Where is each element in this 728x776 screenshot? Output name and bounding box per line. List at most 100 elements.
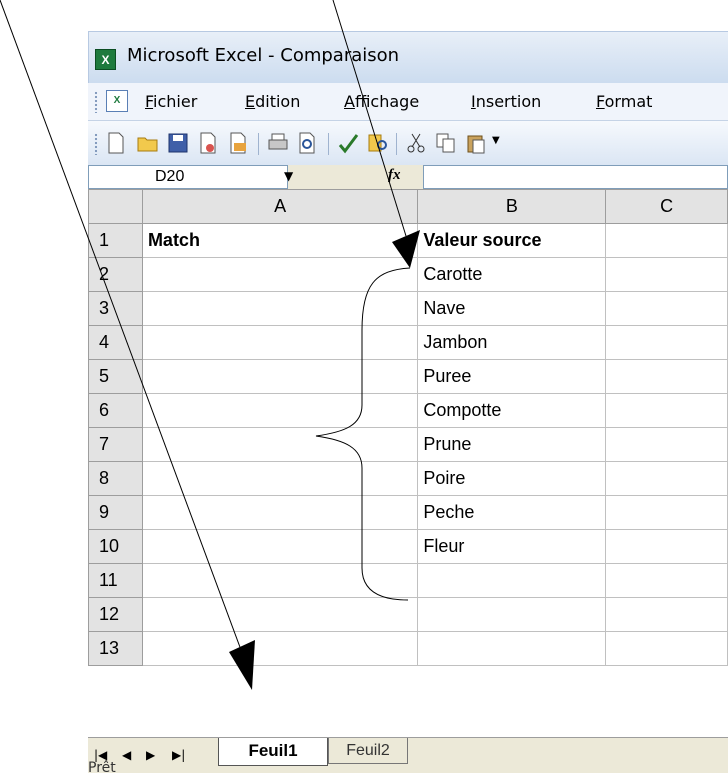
grip-handle[interactable] xyxy=(94,91,98,113)
table-row: 1 Match Valeur source xyxy=(88,223,728,258)
cell-c2[interactable] xyxy=(605,257,728,292)
email-icon[interactable] xyxy=(226,131,250,155)
row-header[interactable]: 2 xyxy=(88,257,143,292)
menu-edition[interactable]: Edition xyxy=(245,92,300,111)
cell-c7[interactable] xyxy=(605,427,728,462)
row-header[interactable]: 4 xyxy=(88,325,143,360)
cell-a1[interactable]: Match xyxy=(141,223,419,258)
select-all-corner[interactable] xyxy=(88,189,143,224)
cell-b9[interactable]: Peche xyxy=(417,495,607,530)
cell-b6[interactable]: Compotte xyxy=(417,393,607,428)
table-row: 4 Jambon xyxy=(88,325,728,360)
table-row: 12 xyxy=(88,597,728,632)
cell-c11[interactable] xyxy=(605,563,728,598)
cell-b4[interactable]: Jambon xyxy=(417,325,607,360)
cut-icon[interactable] xyxy=(404,131,428,155)
permission-icon[interactable] xyxy=(196,131,220,155)
toolbar-grip[interactable] xyxy=(94,133,98,155)
cell-b8[interactable]: Poire xyxy=(417,461,607,496)
open-folder-icon[interactable] xyxy=(136,131,160,155)
print-preview-icon[interactable] xyxy=(296,131,320,155)
name-box[interactable]: D20 xyxy=(88,165,288,189)
cell-a3[interactable] xyxy=(141,291,419,326)
cell-b10[interactable]: Fleur xyxy=(417,529,607,564)
cell-a13[interactable] xyxy=(141,631,419,666)
row-header[interactable]: 1 xyxy=(88,223,143,258)
column-header-a[interactable]: A xyxy=(141,189,419,224)
cell-a2[interactable] xyxy=(141,257,419,292)
cell-b2[interactable]: Carotte xyxy=(417,257,607,292)
name-box-dropdown-icon[interactable]: ▼ xyxy=(284,169,293,183)
function-icon[interactable]: fx xyxy=(388,167,401,184)
table-row: 9 Peche xyxy=(88,495,728,530)
last-sheet-icon[interactable]: ▶| xyxy=(172,748,185,762)
cell-a9[interactable] xyxy=(141,495,419,530)
cell-a12[interactable] xyxy=(141,597,419,632)
row-header[interactable]: 10 xyxy=(88,529,143,564)
cell-a6[interactable] xyxy=(141,393,419,428)
cell-c1[interactable] xyxy=(605,223,728,258)
paste-dropdown-icon[interactable]: ▼ xyxy=(492,135,500,146)
cell-b13[interactable] xyxy=(417,631,607,666)
workbook-menu-icon[interactable]: X xyxy=(106,90,128,112)
print-icon[interactable] xyxy=(266,131,290,155)
menu-affichage[interactable]: Affichage xyxy=(344,92,419,111)
status-text: Prêt xyxy=(88,760,116,776)
cell-c4[interactable] xyxy=(605,325,728,360)
save-icon[interactable] xyxy=(166,131,190,155)
new-document-icon[interactable] xyxy=(104,131,128,155)
column-header-b[interactable]: B xyxy=(417,189,607,224)
cell-a4[interactable] xyxy=(141,325,419,360)
row-header[interactable]: 5 xyxy=(88,359,143,394)
cell-c10[interactable] xyxy=(605,529,728,564)
cell-b5[interactable]: Puree xyxy=(417,359,607,394)
cell-b3[interactable]: Nave xyxy=(417,291,607,326)
row-header[interactable]: 13 xyxy=(88,631,143,666)
table-row: 13 xyxy=(88,631,728,666)
table-row: 8 Poire xyxy=(88,461,728,496)
spelling-icon[interactable] xyxy=(336,131,360,155)
cell-b11[interactable] xyxy=(417,563,607,598)
cell-a5[interactable] xyxy=(141,359,419,394)
menu-format[interactable]: Format xyxy=(596,92,652,111)
column-header-c[interactable]: C xyxy=(605,189,728,224)
row-header[interactable]: 12 xyxy=(88,597,143,632)
row-header[interactable]: 7 xyxy=(88,427,143,462)
toolbar-separator xyxy=(258,133,259,155)
paste-icon[interactable] xyxy=(464,131,488,155)
next-sheet-icon[interactable]: ▶ xyxy=(146,748,155,762)
cell-b1[interactable]: Valeur source xyxy=(417,223,607,258)
cell-c5[interactable] xyxy=(605,359,728,394)
copy-icon[interactable] xyxy=(434,131,458,155)
cell-b7[interactable]: Prune xyxy=(417,427,607,462)
row-header[interactable]: 9 xyxy=(88,495,143,530)
cell-c3[interactable] xyxy=(605,291,728,326)
toolbar-separator xyxy=(328,133,329,155)
title-bar: X Microsoft Excel - Comparaison xyxy=(88,31,728,83)
cell-a8[interactable] xyxy=(141,461,419,496)
formula-bar: D20 ▼ fx xyxy=(88,165,728,189)
excel-window: X Microsoft Excel - Comparaison X Fichie… xyxy=(88,31,728,773)
prev-sheet-icon[interactable]: ◀ xyxy=(122,748,131,762)
menu-fichier[interactable]: Fichier xyxy=(145,92,197,111)
research-icon[interactable] xyxy=(366,131,390,155)
cell-c8[interactable] xyxy=(605,461,728,496)
row-header[interactable]: 8 xyxy=(88,461,143,496)
menu-insertion[interactable]: Insertion xyxy=(471,92,541,111)
cell-c9[interactable] xyxy=(605,495,728,530)
cell-a11[interactable] xyxy=(141,563,419,598)
row-header[interactable]: 6 xyxy=(88,393,143,428)
row-header[interactable]: 3 xyxy=(88,291,143,326)
cell-c12[interactable] xyxy=(605,597,728,632)
cell-c13[interactable] xyxy=(605,631,728,666)
cell-c6[interactable] xyxy=(605,393,728,428)
row-header[interactable]: 11 xyxy=(88,563,143,598)
cell-a10[interactable] xyxy=(141,529,419,564)
sheet-tab-feuil1[interactable]: Feuil1 xyxy=(218,738,328,766)
table-row: 6 Compotte xyxy=(88,393,728,428)
sheet-tab-feuil2[interactable]: Feuil2 xyxy=(328,738,408,764)
cell-b12[interactable] xyxy=(417,597,607,632)
table-row: 3 Nave xyxy=(88,291,728,326)
cell-a7[interactable] xyxy=(141,427,419,462)
formula-input[interactable] xyxy=(423,165,728,189)
